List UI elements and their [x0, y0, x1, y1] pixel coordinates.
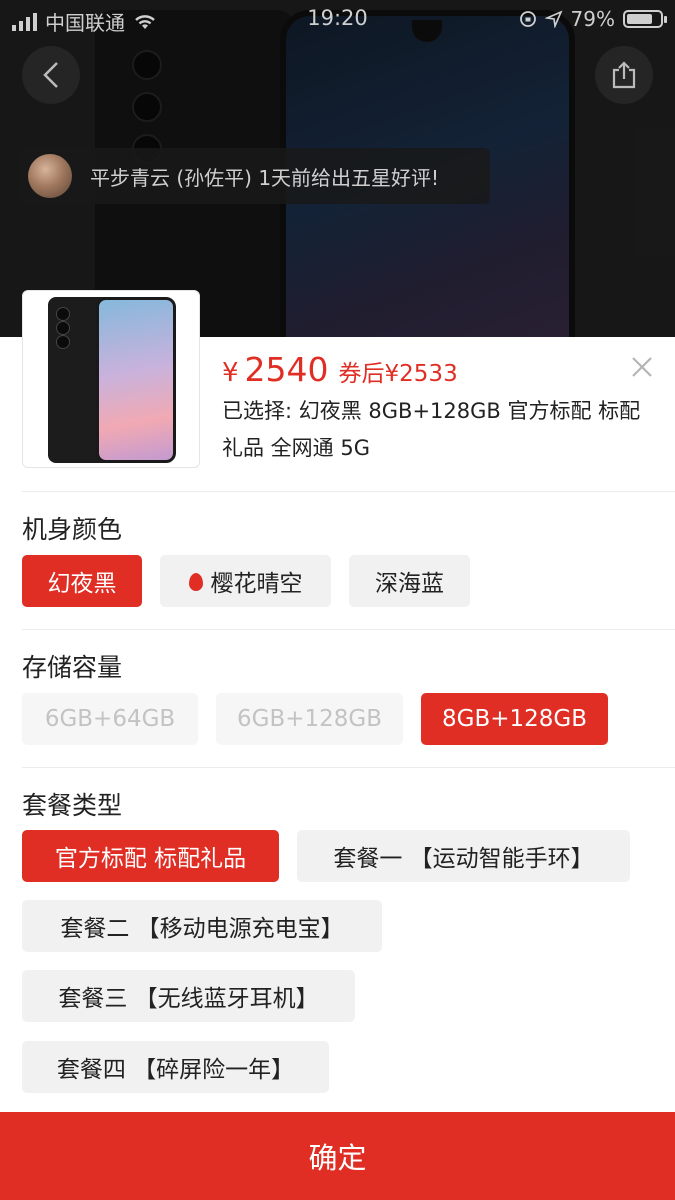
- product-thumbnail[interactable]: [22, 290, 200, 468]
- confirm-button[interactable]: 确定: [0, 1112, 675, 1200]
- camera-lens-icon: [56, 321, 70, 335]
- chip-label: 樱花晴空: [210, 571, 303, 597]
- review-text: 平步青云 (孙佐平) 1天前给出五星好评!: [90, 165, 440, 190]
- section-title-color: 机身颜色: [22, 515, 123, 544]
- thumb-phone-screen: [96, 297, 176, 463]
- storage-option-6-64[interactable]: 6GB+64GB: [22, 693, 198, 745]
- battery-icon: [623, 10, 667, 28]
- package-option-4[interactable]: 套餐四 【碎屏险一年】: [22, 1041, 329, 1093]
- battery-percent: 79%: [570, 7, 615, 31]
- share-button[interactable]: [595, 46, 653, 104]
- status-bar: 中国联通 19:20 79%: [0, 0, 675, 38]
- storage-option-6-128[interactable]: 6GB+128GB: [216, 693, 403, 745]
- battery-fill: [627, 14, 653, 24]
- location-icon: [544, 10, 563, 28]
- chip-label: 套餐四 【碎屏险一年】: [56, 1057, 295, 1083]
- chip-label: 官方标配 标配礼品: [54, 846, 247, 872]
- share-icon: [612, 61, 636, 89]
- fire-icon: [188, 573, 203, 591]
- divider: [22, 491, 675, 492]
- chip-label: 8GB+128GB: [441, 706, 587, 732]
- section-title-package: 套餐类型: [22, 791, 123, 820]
- coupon-price: 券后¥2533: [338, 361, 458, 387]
- selected-summary: 已选择: 幻夜黑 8GB+128GB 官方标配 标配礼品 全网通 5G: [222, 399, 641, 460]
- chip-label: 套餐三 【无线蓝牙耳机】: [58, 986, 319, 1012]
- package-option-standard[interactable]: 官方标配 标配礼品: [22, 830, 279, 882]
- review-banner: 平步青云 (孙佐平) 1天前给出五星好评!: [18, 148, 490, 204]
- price-row: ¥ 2540 券后¥2533: [222, 350, 458, 389]
- chip-label: 6GB+128GB: [236, 706, 382, 732]
- chip-label: 套餐二 【移动电源充电宝】: [60, 916, 344, 942]
- chip-label: 深海蓝: [375, 571, 444, 597]
- package-option-1[interactable]: 套餐一 【运动智能手环】: [297, 830, 630, 882]
- color-option-black[interactable]: 幻夜黑: [22, 555, 142, 607]
- section-title-storage: 存储容量: [22, 653, 123, 682]
- chip-label: 幻夜黑: [47, 571, 117, 597]
- camera-lens-icon: [56, 335, 70, 349]
- chevron-left-icon: [43, 62, 58, 88]
- close-icon: [632, 357, 652, 377]
- currency-symbol: ¥: [222, 358, 239, 388]
- color-option-sakura[interactable]: 樱花晴空: [160, 555, 331, 607]
- storage-option-8-128[interactable]: 8GB+128GB: [421, 693, 608, 745]
- chip-label: 套餐一 【运动智能手环】: [333, 846, 594, 872]
- color-option-blue[interactable]: 深海蓝: [349, 555, 470, 607]
- divider: [22, 629, 675, 630]
- close-button[interactable]: [628, 355, 656, 383]
- price: 2540: [244, 350, 329, 389]
- divider: [22, 767, 675, 768]
- reviewer-avatar: [28, 154, 72, 198]
- package-option-3[interactable]: 套餐三 【无线蓝牙耳机】: [22, 970, 355, 1022]
- camera-lens-icon: [56, 307, 70, 321]
- chip-label: 6GB+64GB: [44, 706, 176, 732]
- orientation-lock-icon: [519, 11, 536, 27]
- back-button[interactable]: [22, 46, 80, 104]
- package-option-2[interactable]: 套餐二 【移动电源充电宝】: [22, 900, 382, 952]
